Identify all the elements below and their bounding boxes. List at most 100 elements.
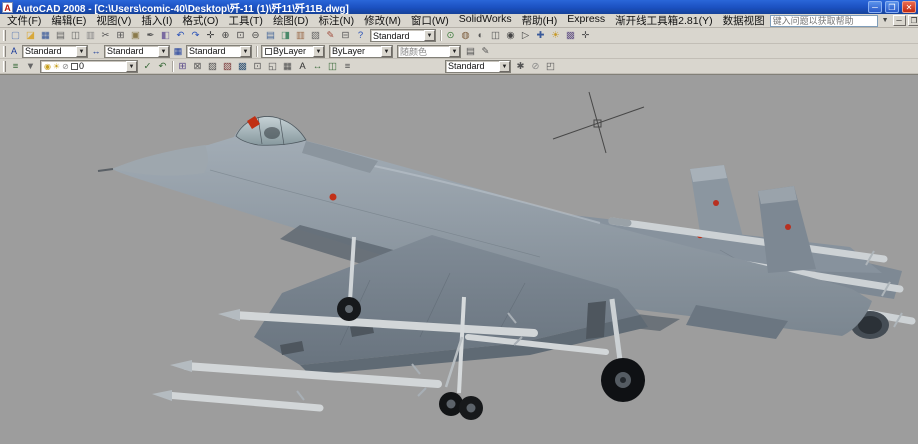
camera-icon[interactable]: ◉ xyxy=(503,29,518,43)
doc-restore-button[interactable]: ❐ xyxy=(908,15,918,26)
close-button[interactable]: ✕ xyxy=(902,1,916,13)
menu-item[interactable]: 修改(M) xyxy=(359,13,406,28)
mtext-icon[interactable]: A xyxy=(295,59,310,73)
quickcalc-icon[interactable]: ⊟ xyxy=(338,29,353,43)
named-views-icon[interactable]: ◫ xyxy=(488,29,503,43)
menu-item[interactable]: 渐开线工具箱2.81(Y) xyxy=(610,13,717,28)
secondary-workspace-combo[interactable]: Standard ▼ xyxy=(445,60,511,73)
qnew-icon[interactable]: ▢ xyxy=(8,29,23,43)
plot-icon[interactable]: ▤ xyxy=(53,29,68,43)
dim-style-combo[interactable]: Standard ▼ xyxy=(104,45,170,58)
toolbar-grip[interactable] xyxy=(3,30,6,41)
dropdown-arrow-icon[interactable]: ▼ xyxy=(240,46,251,57)
make-object-layer-current-icon[interactable]: ✓ xyxy=(140,59,155,73)
style-manager-icon[interactable]: ✎ xyxy=(478,44,493,58)
list-icon[interactable]: ≡ xyxy=(340,59,355,73)
table-icon[interactable]: ▦ xyxy=(280,59,295,73)
menu-item[interactable]: 数据视图 xyxy=(718,13,770,28)
tool-palettes-icon[interactable]: ▥ xyxy=(293,29,308,43)
image-attach-icon[interactable]: ▨ xyxy=(205,59,220,73)
save-icon[interactable]: ▦ xyxy=(38,29,53,43)
menu-item[interactable]: 帮助(H) xyxy=(517,13,563,28)
workspace-settings-icon[interactable]: ✱ xyxy=(513,59,528,73)
hatch-icon[interactable]: ▧ xyxy=(220,59,235,73)
sun-properties-icon[interactable]: ☀ xyxy=(548,29,563,43)
layer-filters-icon[interactable]: ▼ xyxy=(23,59,38,73)
cut-icon[interactable]: ✂ xyxy=(98,29,113,43)
materials-icon[interactable]: ▩ xyxy=(563,29,578,43)
dropdown-arrow-icon[interactable]: ▼ xyxy=(158,46,169,57)
motion-path-icon[interactable]: ▷ xyxy=(518,29,533,43)
paste-icon[interactable]: ▣ xyxy=(128,29,143,43)
menu-item[interactable]: 标注(N) xyxy=(314,13,360,28)
3d-move-icon[interactable]: ✛ xyxy=(578,29,593,43)
dropdown-arrow-icon[interactable]: ▼ xyxy=(126,61,137,72)
block-editor-icon[interactable]: ◧ xyxy=(158,29,173,43)
clean-screen-icon[interactable]: ◰ xyxy=(543,59,558,73)
help-search-chevron-icon[interactable]: ▼ xyxy=(880,17,891,24)
dropdown-arrow-icon[interactable]: ▼ xyxy=(424,30,435,41)
dropdown-arrow-icon[interactable]: ▼ xyxy=(313,46,324,57)
lock-ui-icon[interactable]: ⊘ xyxy=(528,59,543,73)
sheetset-manager-icon[interactable]: ▧ xyxy=(308,29,323,43)
menu-item[interactable]: 工具(T) xyxy=(224,13,268,28)
minimize-button[interactable]: ─ xyxy=(868,1,882,13)
toolbar-grip[interactable] xyxy=(3,61,6,72)
menu-item[interactable]: 插入(I) xyxy=(136,13,177,28)
doc-minimize-button[interactable]: ─ xyxy=(893,15,906,26)
menu-item[interactable]: 视图(V) xyxy=(91,13,136,28)
zoom-previous-icon[interactable]: ⊖ xyxy=(248,29,263,43)
layer-lock-icon[interactable]: ⊘ xyxy=(61,62,70,71)
open-icon[interactable]: ◪ xyxy=(23,29,38,43)
walk-icon[interactable]: ✚ xyxy=(533,29,548,43)
layer-thaw-icon[interactable]: ☀ xyxy=(52,62,61,71)
distance-icon[interactable]: ↔ xyxy=(310,59,325,73)
gradient-icon[interactable]: ▩ xyxy=(235,59,250,73)
menu-item[interactable]: 绘图(D) xyxy=(268,13,314,28)
copy-icon[interactable]: ⊞ xyxy=(113,29,128,43)
pan-icon[interactable]: ✛ xyxy=(203,29,218,43)
color-control-combo[interactable]: ByLayer ▼ xyxy=(261,45,325,58)
dropdown-arrow-icon[interactable]: ▼ xyxy=(381,46,392,57)
layer-previous-icon[interactable]: ↶ xyxy=(155,59,170,73)
region-icon[interactable]: ◱ xyxy=(265,59,280,73)
visual-styles-icon[interactable]: ◐ xyxy=(473,29,488,43)
menu-item[interactable]: Express xyxy=(562,13,610,28)
text-style-combo[interactable]: Standard ▼ xyxy=(22,45,88,58)
properties-palette-icon[interactable]: ▤ xyxy=(463,44,478,58)
workspace-combo[interactable]: Standard ▼ xyxy=(370,29,436,42)
help-search-input[interactable] xyxy=(770,15,878,27)
menu-item[interactable]: 文件(F) xyxy=(2,13,46,28)
toolbar-grip[interactable] xyxy=(3,46,6,57)
help-icon[interactable]: ? xyxy=(353,29,368,43)
publish-icon[interactable]: ▥ xyxy=(83,29,98,43)
zoom-realtime-icon[interactable]: ⊕ xyxy=(218,29,233,43)
insert-block-icon[interactable]: ⊞ xyxy=(175,59,190,73)
redo-icon[interactable]: ↷ xyxy=(188,29,203,43)
match-properties-icon[interactable]: ✒ xyxy=(143,29,158,43)
menu-item[interactable]: 窗口(W) xyxy=(406,13,454,28)
linetype-control-combo[interactable]: ByLayer ▼ xyxy=(329,45,393,58)
layer-properties-manager-icon[interactable]: ≡ xyxy=(8,59,23,73)
menu-item[interactable]: 编辑(E) xyxy=(46,13,91,28)
drawing-viewport[interactable] xyxy=(0,74,918,444)
undo-icon[interactable]: ↶ xyxy=(173,29,188,43)
plotstyle-control-combo[interactable]: 随颜色 ▼ xyxy=(397,45,461,58)
menu-item[interactable]: 格式(O) xyxy=(177,13,223,28)
xref-icon[interactable]: ⊠ xyxy=(190,59,205,73)
markup-set-manager-icon[interactable]: ✎ xyxy=(323,29,338,43)
area-icon[interactable]: ◫ xyxy=(325,59,340,73)
plot-preview-icon[interactable]: ◫ xyxy=(68,29,83,43)
zoom-window-icon[interactable]: ⊡ xyxy=(233,29,248,43)
table-style-combo[interactable]: Standard ▼ xyxy=(186,45,252,58)
designcenter-icon[interactable]: ◨ xyxy=(278,29,293,43)
properties-icon[interactable]: ▤ xyxy=(263,29,278,43)
dropdown-arrow-icon[interactable]: ▼ xyxy=(449,46,460,57)
restore-button[interactable]: ❐ xyxy=(885,1,899,13)
3d-orbit-icon[interactable]: ⊙ xyxy=(443,29,458,43)
layer-control-combo[interactable]: ◉ ☀ ⊘ 0 ▼ xyxy=(40,60,138,73)
dropdown-arrow-icon[interactable]: ▼ xyxy=(499,61,510,72)
dropdown-arrow-icon[interactable]: ▼ xyxy=(76,46,87,57)
boundary-icon[interactable]: ⊡ xyxy=(250,59,265,73)
render-icon[interactable]: ◍ xyxy=(458,29,473,43)
